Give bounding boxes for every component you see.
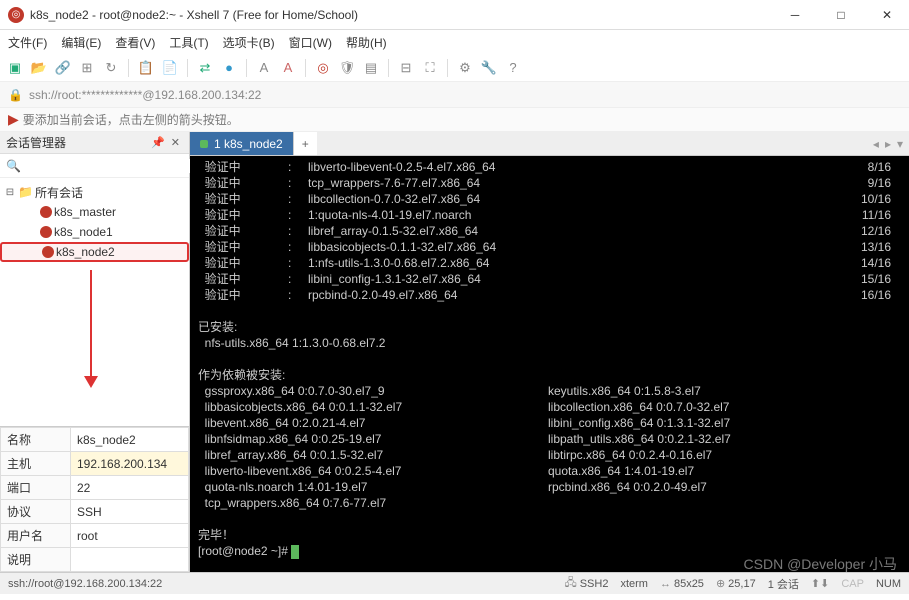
reconnect-icon[interactable]: ↻	[102, 59, 120, 77]
annotation-arrow	[90, 270, 92, 380]
copy-icon[interactable]: 📋	[137, 59, 155, 77]
new-tab-button[interactable]: +	[293, 132, 317, 155]
pos-icon: ⊕	[716, 577, 725, 590]
prop-row: 端口22	[1, 476, 189, 500]
status-num: NUM	[876, 578, 901, 590]
split-icon[interactable]: ⊟	[397, 59, 415, 77]
maximize-button[interactable]: □	[827, 8, 855, 22]
net-icon: ⬆⬇	[811, 577, 829, 590]
session-item-node2[interactable]: k8s_node2	[0, 242, 189, 262]
prop-row: 说明	[1, 548, 189, 572]
paste-icon[interactable]: 📄	[161, 59, 179, 77]
shield-icon[interactable]: 🛡	[338, 59, 356, 77]
status-pos: 25,17	[728, 578, 756, 590]
session-tree: ⊟ 📁 所有会话 k8s_master k8s_node1 k8s_node2	[0, 178, 189, 266]
status-address: ssh://root@192.168.200.134:22	[8, 578, 162, 590]
address-bar[interactable]: 🔒 ssh://root:*************@192.168.200.1…	[0, 82, 909, 108]
tab-label: 1 k8s_node2	[214, 137, 283, 151]
globe-icon[interactable]: ●	[220, 59, 238, 77]
menu-tabs[interactable]: 选项卡(B)	[223, 34, 275, 51]
hint-text: 要添加当前会话，点击左侧的箭头按钮。	[23, 111, 239, 128]
session-item-master[interactable]: k8s_master	[0, 202, 189, 222]
status-bar: ssh://root@192.168.200.134:22 🖧 SSH2 xter…	[0, 572, 909, 594]
address-text: ssh://root:*************@192.168.200.134…	[29, 88, 261, 102]
session-icon	[42, 246, 54, 258]
session-icon	[40, 206, 52, 218]
prop-row: 名称k8s_node2	[1, 428, 189, 452]
tab-next-icon[interactable]: ▸	[885, 137, 891, 151]
size-icon: ↔	[660, 578, 671, 590]
status-size: 85x25	[674, 578, 704, 590]
terminal[interactable]: 验证中:libverto-libevent-0.2.5-4.el7.x86_64…	[190, 156, 909, 572]
ssh-icon: 🖧	[564, 574, 576, 593]
app-icon: ◎	[8, 7, 24, 23]
window-title: k8s_node2 - root@node2:~ - Xshell 7 (Fre…	[30, 8, 781, 22]
tab-k8s-node2[interactable]: 1 k8s_node2	[190, 132, 293, 155]
status-cap: CAP	[841, 578, 864, 590]
search-icon: 🔍	[0, 159, 27, 173]
status-sessions: 1 会话	[768, 576, 799, 592]
status-term: xterm	[620, 578, 648, 590]
fullscreen-icon[interactable]: ⛶	[421, 59, 439, 77]
titlebar: ◎ k8s_node2 - root@node2:~ - Xshell 7 (F…	[0, 0, 909, 30]
annotation-arrowhead	[84, 376, 98, 388]
open-icon[interactable]: 📂	[30, 59, 48, 77]
menu-tools[interactable]: 工具(T)	[169, 34, 208, 51]
tab-bar: 1 k8s_node2 + ◂ ▸ ▾	[190, 132, 909, 156]
session-label: k8s_master	[54, 205, 116, 219]
prop-row: 协议SSH	[1, 500, 189, 524]
hint-bar: ▶ 要添加当前会话，点击左侧的箭头按钮。	[0, 108, 909, 132]
tree-root[interactable]: ⊟ 📁 所有会话	[0, 182, 189, 202]
tab-prev-icon[interactable]: ◂	[873, 137, 879, 151]
sidebar-title: 会话管理器	[6, 134, 66, 151]
terminal-icon[interactable]: ▤	[362, 59, 380, 77]
flag-icon: ▶	[8, 111, 19, 128]
menu-edit[interactable]: 编辑(E)	[61, 34, 101, 51]
wrench-icon[interactable]: 🔧	[480, 59, 498, 77]
minimize-button[interactable]: ─	[781, 8, 809, 22]
menu-file[interactable]: 文件(F)	[8, 34, 47, 51]
sidebar-search[interactable]: 🔍	[0, 154, 189, 178]
prop-row: 用户名root	[1, 524, 189, 548]
session-label: k8s_node1	[54, 225, 113, 239]
transfer-icon[interactable]: ⇄	[196, 59, 214, 77]
collapse-icon[interactable]: ⊟	[4, 187, 16, 198]
pin-icon[interactable]: 📌	[148, 136, 168, 149]
toolbar: ▣ 📂 🔗 ⊞ ↻ 📋 📄 ⇄ ● A A ◎ 🛡 ▤ ⊟ ⛶ ⚙ 🔧 ?	[0, 54, 909, 82]
folder-icon: 📁	[18, 185, 33, 199]
menu-view[interactable]: 查看(V)	[115, 34, 155, 51]
sidebar-close-icon[interactable]: ✕	[168, 136, 183, 149]
link-icon[interactable]: 🔗	[54, 59, 72, 77]
new-session-icon[interactable]: ▣	[6, 59, 24, 77]
grid-icon[interactable]: ⊞	[78, 59, 96, 77]
menu-help[interactable]: 帮助(H)	[346, 34, 387, 51]
session-item-node1[interactable]: k8s_node1	[0, 222, 189, 242]
help-icon[interactable]: ?	[504, 59, 522, 77]
session-icon	[40, 226, 52, 238]
prop-row: 主机192.168.200.134	[1, 452, 189, 476]
tab-menu-icon[interactable]: ▾	[897, 137, 903, 151]
connected-icon	[200, 140, 208, 148]
session-manager-panel: 会话管理器 📌 ✕ 🔍 ⊟ 📁 所有会话 k8s_master k8s_node…	[0, 132, 190, 572]
menu-window[interactable]: 窗口(W)	[289, 34, 332, 51]
session-label: k8s_node2	[56, 245, 115, 259]
status-ssh: SSH2	[580, 578, 609, 590]
settings-icon[interactable]: ⚙	[456, 59, 474, 77]
lock-icon: 🔒	[8, 88, 23, 102]
xshell-icon[interactable]: ◎	[314, 59, 332, 77]
properties-panel: 名称k8s_node2 主机192.168.200.134 端口22 协议SSH…	[0, 426, 189, 572]
search-input[interactable]	[27, 159, 194, 173]
close-button[interactable]: ✕	[873, 8, 901, 22]
menubar: 文件(F) 编辑(E) 查看(V) 工具(T) 选项卡(B) 窗口(W) 帮助(…	[0, 30, 909, 54]
color-icon[interactable]: A	[279, 59, 297, 77]
tree-root-label: 所有会话	[35, 184, 83, 201]
font-icon[interactable]: A	[255, 59, 273, 77]
sidebar-header: 会话管理器 📌 ✕	[0, 132, 189, 154]
